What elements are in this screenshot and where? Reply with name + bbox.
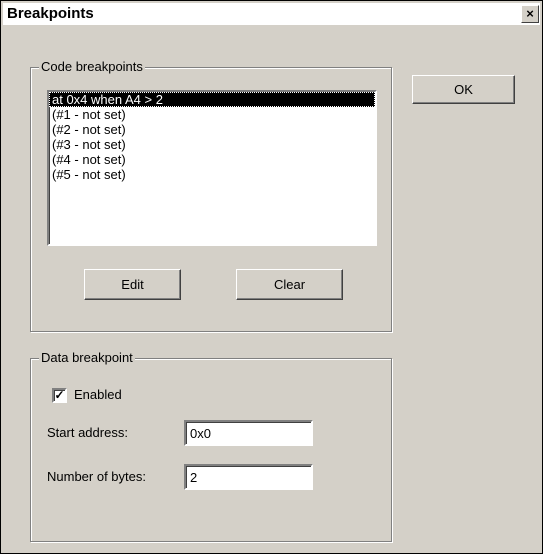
code-breakpoints-list[interactable]: at 0x4 when A4 > 2 (#1 - not set) (#2 - … bbox=[47, 90, 377, 246]
ok-button[interactable]: OK bbox=[412, 75, 515, 104]
list-item[interactable]: (#5 - not set) bbox=[49, 167, 375, 182]
list-item[interactable]: (#3 - not set) bbox=[49, 137, 375, 152]
list-item[interactable]: (#4 - not set) bbox=[49, 152, 375, 167]
clear-button[interactable]: Clear bbox=[236, 269, 343, 300]
enabled-checkbox[interactable]: ✓ bbox=[52, 388, 67, 403]
data-breakpoint-group: Data breakpoint ✓ Enabled Start address:… bbox=[30, 350, 392, 542]
breakpoints-dialog: Breakpoints × Code breakpoints at 0x4 wh… bbox=[0, 0, 543, 554]
edit-button[interactable]: Edit bbox=[84, 269, 181, 300]
code-breakpoints-label: Code breakpoints bbox=[39, 59, 145, 74]
number-of-bytes-label: Number of bytes: bbox=[47, 469, 146, 484]
checkmark-icon: ✓ bbox=[54, 388, 65, 402]
title-bar: Breakpoints × bbox=[3, 3, 540, 25]
data-breakpoint-label: Data breakpoint bbox=[39, 350, 135, 365]
list-item[interactable]: (#2 - not set) bbox=[49, 122, 375, 137]
window-title: Breakpoints bbox=[7, 5, 94, 22]
code-breakpoints-group: Code breakpoints at 0x4 when A4 > 2 (#1 … bbox=[30, 59, 392, 332]
enabled-label[interactable]: Enabled bbox=[74, 387, 122, 402]
list-item[interactable]: at 0x4 when A4 > 2 bbox=[49, 92, 375, 107]
number-of-bytes-input[interactable] bbox=[184, 464, 313, 490]
list-item[interactable]: (#1 - not set) bbox=[49, 107, 375, 122]
start-address-input[interactable] bbox=[184, 420, 313, 446]
start-address-label: Start address: bbox=[47, 425, 128, 440]
close-icon[interactable]: × bbox=[521, 5, 539, 23]
